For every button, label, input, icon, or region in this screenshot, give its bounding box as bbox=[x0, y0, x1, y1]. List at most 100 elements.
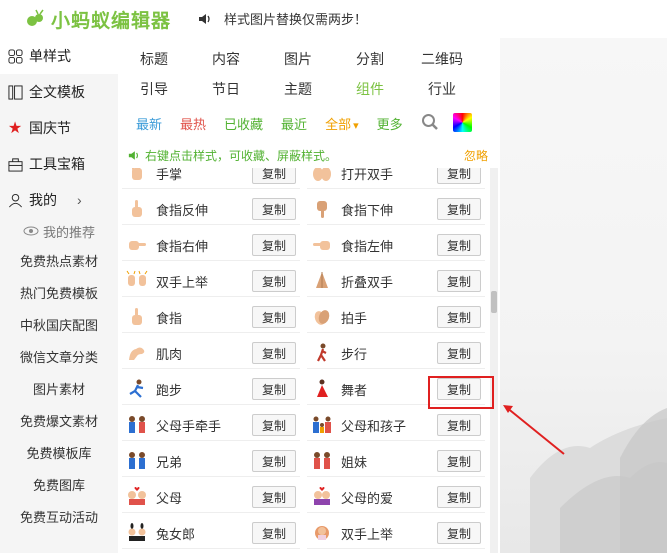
sidebar-item-toolbox[interactable]: 工具宝箱 bbox=[0, 146, 118, 182]
style-item[interactable]: 食指 复制 bbox=[122, 302, 300, 333]
copy-button[interactable]: 复制 bbox=[252, 234, 296, 256]
style-item[interactable]: 打开双手 复制 bbox=[307, 168, 485, 189]
copy-button[interactable]: 复制 bbox=[252, 198, 296, 220]
copy-button[interactable]: 复制 bbox=[437, 522, 481, 544]
tab-guide[interactable]: 引导 bbox=[118, 75, 190, 103]
speaker-icon bbox=[128, 150, 138, 160]
style-item[interactable]: 拍手 复制 bbox=[307, 302, 485, 333]
style-item[interactable]: 父母的爱 复制 bbox=[307, 482, 485, 513]
style-item[interactable]: 兔女郎 复制 bbox=[122, 518, 300, 549]
style-item-name: 兄弟 bbox=[156, 454, 183, 470]
list-scrollbar[interactable] bbox=[490, 168, 498, 553]
notice-bar[interactable]: 样式图片替换仅需两步！ bbox=[198, 9, 367, 28]
style-item[interactable]: 食指下伸 复制 bbox=[307, 194, 485, 225]
toolbox-icon bbox=[7, 156, 23, 172]
color-picker-icon[interactable] bbox=[453, 113, 472, 132]
style-item[interactable]: 双手上举 复制 bbox=[307, 518, 485, 549]
caret-down-icon: ▾ bbox=[353, 119, 359, 132]
style-item[interactable]: 手掌 复制 bbox=[122, 168, 300, 189]
category-tabs-row-1: 标题 内容 图片 分割 二维码 bbox=[118, 45, 500, 73]
filter-favorited[interactable]: 已收藏 bbox=[224, 114, 263, 133]
filter-hottest[interactable]: 最热 bbox=[180, 114, 206, 133]
highlight-box bbox=[428, 376, 494, 409]
finger-left-icon bbox=[311, 234, 333, 256]
style-item[interactable]: 兄弟 复制 bbox=[122, 446, 300, 477]
copy-button[interactable]: 复制 bbox=[437, 168, 481, 184]
style-item[interactable]: 父母手牵手 复制 bbox=[122, 410, 300, 441]
filter-all-dropdown[interactable]: 全部 ▾ bbox=[325, 114, 359, 133]
style-item[interactable]: 父母 复制 bbox=[122, 482, 300, 513]
copy-button[interactable]: 复制 bbox=[252, 342, 296, 364]
sidebar-link-free-hot[interactable]: 免费热点素材 bbox=[0, 244, 118, 276]
copy-button[interactable]: 复制 bbox=[252, 378, 296, 400]
style-item[interactable]: 食指左伸 复制 bbox=[307, 230, 485, 261]
filter-more[interactable]: 更多 bbox=[377, 114, 403, 133]
style-panel: 标题 内容 图片 分割 二维码 引导 节日 主题 组件 行业 最新 最热 已收藏… bbox=[118, 38, 500, 553]
search-icon[interactable] bbox=[421, 113, 439, 131]
sidebar-item-full-template[interactable]: 全文模板 bbox=[0, 74, 118, 110]
tab-qrcode[interactable]: 二维码 bbox=[406, 45, 478, 73]
style-list-row: 食指 复制 拍手 复制 bbox=[118, 299, 490, 335]
style-item-name: 食指反伸 bbox=[156, 202, 209, 218]
sidebar-link-hot-templates[interactable]: 热门免费模板 bbox=[0, 276, 118, 308]
clap-icon bbox=[311, 306, 333, 328]
tab-title[interactable]: 标题 bbox=[118, 45, 190, 73]
grid-icon bbox=[7, 48, 23, 64]
copy-button[interactable]: 复制 bbox=[437, 342, 481, 364]
scrollbar-thumb[interactable] bbox=[491, 291, 497, 313]
sidebar-item-national-day[interactable]: ★ 国庆节 bbox=[0, 110, 118, 146]
copy-button[interactable]: 复制 bbox=[437, 270, 481, 292]
tip-ignore-link[interactable]: 忽略 bbox=[464, 147, 488, 164]
style-item-name: 步行 bbox=[341, 346, 368, 362]
copy-button[interactable]: 复制 bbox=[437, 198, 481, 220]
app-logo[interactable]: 小蚂蚁编辑器 bbox=[26, 7, 172, 32]
copy-button[interactable]: 复制 bbox=[437, 306, 481, 328]
muscle-icon bbox=[126, 342, 148, 364]
copy-button[interactable]: 复制 bbox=[252, 168, 296, 184]
style-item[interactable]: 步行 复制 bbox=[307, 338, 485, 369]
copy-button[interactable]: 复制 bbox=[437, 486, 481, 508]
tab-industry[interactable]: 行业 bbox=[406, 75, 478, 103]
style-item[interactable]: 折叠双手 复制 bbox=[307, 266, 485, 297]
sidebar-link-image-assets[interactable]: 图片素材 bbox=[0, 372, 118, 404]
filter-recent[interactable]: 最近 bbox=[281, 114, 307, 133]
layout-icon bbox=[7, 84, 23, 100]
copy-button[interactable]: 复制 bbox=[252, 450, 296, 472]
copy-button[interactable]: 复制 bbox=[437, 234, 481, 256]
sidebar-link-image-library[interactable]: 免费图库 bbox=[0, 468, 118, 500]
style-item[interactable]: 食指反伸 复制 bbox=[122, 194, 300, 225]
copy-button[interactable]: 复制 bbox=[252, 486, 296, 508]
style-item[interactable]: 双手上举 复制 bbox=[122, 266, 300, 297]
sidebar-item-mine[interactable]: 我的 › bbox=[0, 182, 118, 218]
tab-content[interactable]: 内容 bbox=[190, 45, 262, 73]
copy-button[interactable]: 复制 bbox=[252, 306, 296, 328]
copy-button[interactable]: 复制 bbox=[437, 414, 481, 436]
sidebar-link-viral-assets[interactable]: 免费爆文素材 bbox=[0, 404, 118, 436]
filter-latest[interactable]: 最新 bbox=[136, 114, 162, 133]
copy-button[interactable]: 复制 bbox=[252, 414, 296, 436]
sidebar-item-single-style[interactable]: 单样式 bbox=[0, 38, 118, 74]
tab-festival[interactable]: 节日 bbox=[190, 75, 262, 103]
sidebar-link-festival-images[interactable]: 中秋国庆配图 bbox=[0, 308, 118, 340]
tab-theme[interactable]: 主题 bbox=[262, 75, 334, 103]
copy-button[interactable]: 复制 bbox=[252, 522, 296, 544]
tab-image[interactable]: 图片 bbox=[262, 45, 334, 73]
app-title: 小蚂蚁编辑器 bbox=[51, 10, 172, 32]
style-item[interactable]: 姐妹 复制 bbox=[307, 446, 485, 477]
style-item-name: 父母手牵手 bbox=[156, 418, 222, 434]
couple-kiss-icon bbox=[311, 486, 333, 508]
sidebar-link-interactive[interactable]: 免费互动活动 bbox=[0, 500, 118, 532]
tab-divider[interactable]: 分割 bbox=[334, 45, 406, 73]
style-item-name: 双手上举 bbox=[341, 526, 394, 542]
style-list-row: 父母 复制 父母的爱 复制 bbox=[118, 479, 490, 515]
copy-button[interactable]: 复制 bbox=[252, 270, 296, 292]
sidebar-link-article-categories[interactable]: 微信文章分类 bbox=[0, 340, 118, 372]
style-list-row: 肌肉 复制 步行 复制 bbox=[118, 335, 490, 371]
sidebar-link-template-library[interactable]: 免费模板库 bbox=[0, 436, 118, 468]
style-item[interactable]: 食指右伸 复制 bbox=[122, 230, 300, 261]
style-item[interactable]: 肌肉 复制 bbox=[122, 338, 300, 369]
style-item[interactable]: 父母和孩子 复制 bbox=[307, 410, 485, 441]
copy-button[interactable]: 复制 bbox=[437, 450, 481, 472]
tab-component[interactable]: 组件 bbox=[334, 75, 406, 103]
style-item[interactable]: 跑步 复制 bbox=[122, 374, 300, 405]
